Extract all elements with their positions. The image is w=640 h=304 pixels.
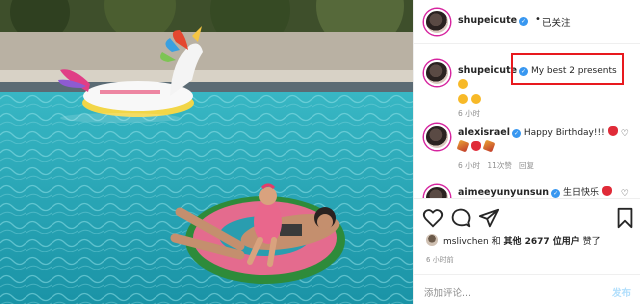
comment-avatar[interactable] (424, 124, 450, 150)
post-photo[interactable] (0, 0, 413, 304)
comment-meta: 6 小时 11次赞 回复 (458, 160, 534, 171)
heart-eyes-emoji-icon (458, 94, 468, 104)
comment-like-heart-icon[interactable]: ♡ (621, 129, 629, 139)
heart-emoji-icon (607, 126, 618, 136)
comment-username[interactable]: aimeeyunyunsun ✓ (458, 187, 561, 198)
comment-username[interactable]: alexisrael ✓ (458, 127, 521, 138)
comment-body: alexisrael ✓ Happy Birthday!!! (456, 125, 628, 156)
heart-eyes-emoji-icon (470, 94, 481, 104)
post-timestamp[interactable]: 6 小时前 (426, 255, 454, 265)
caption-highlight-box (511, 53, 624, 85)
comment-time: 6 小时 (458, 161, 481, 170)
comment-time: 6 小时 (458, 109, 481, 118)
share-icon[interactable] (478, 207, 500, 229)
comment-text: Happy Birthday!!! (523, 128, 605, 138)
post-actions: mslivchen 和 其他 2677 位用户 赞了 6 小时前 添加评论...… (414, 198, 640, 304)
party-popper-emoji-icon (456, 139, 470, 153)
liker-username[interactable]: mslivchen (443, 237, 489, 247)
heart-emoji-icon (601, 186, 612, 196)
post-comment-button[interactable]: 发布 (612, 285, 631, 299)
author-avatar[interactable] (424, 9, 450, 35)
post-side-panel: shupeicute ✓ • 已关注 shupeicute ✓ My best 2 … (413, 0, 640, 304)
verified-badge-icon: ✓ (511, 129, 521, 138)
separator-dot: • (535, 14, 541, 25)
following-button[interactable]: 已关注 (542, 15, 571, 29)
party-popper-emoji-icon (482, 139, 496, 153)
likes-summary[interactable]: mslivchen 和 其他 2677 位用户 赞了 (426, 234, 601, 247)
liked-suffix: 赞了 (582, 237, 601, 247)
comment-avatar[interactable] (424, 185, 450, 198)
post-header: shupeicute ✓ • 已关注 (414, 0, 640, 44)
comment-body: aimeeyunyunsun ✓ 生日快乐 (458, 185, 628, 198)
pool-photo-image (0, 0, 413, 304)
other-likers-count[interactable]: 其他 2677 位用户 (503, 237, 579, 247)
liker-avatar (426, 234, 438, 246)
comment-like-count[interactable]: 11次赞 (487, 161, 512, 170)
comment-text: 生日快乐 (562, 188, 599, 198)
verified-badge-icon: ✓ (551, 189, 561, 198)
heart-icon[interactable] (422, 207, 444, 229)
reply-button[interactable]: 回复 (519, 161, 534, 170)
comment-like-heart-icon[interactable]: ♡ (621, 189, 629, 198)
comment-icon[interactable] (450, 207, 472, 229)
add-comment-bar: 添加评论... 发布 (414, 274, 640, 304)
bookmark-icon[interactable] (614, 207, 636, 229)
and-label: 和 (491, 237, 501, 247)
comments-list[interactable]: shupeicute ✓ My best 2 presents 6 小时 alex… (414, 45, 640, 198)
verified-badge-icon: ✓ (519, 17, 529, 26)
author-username[interactable]: shupeicute ✓ (458, 15, 529, 26)
heart-eyes-emoji-icon (458, 79, 468, 89)
heart-emoji-icon (470, 141, 481, 151)
comment-input[interactable]: 添加评论... (424, 285, 471, 299)
comment-avatar[interactable] (424, 60, 450, 86)
